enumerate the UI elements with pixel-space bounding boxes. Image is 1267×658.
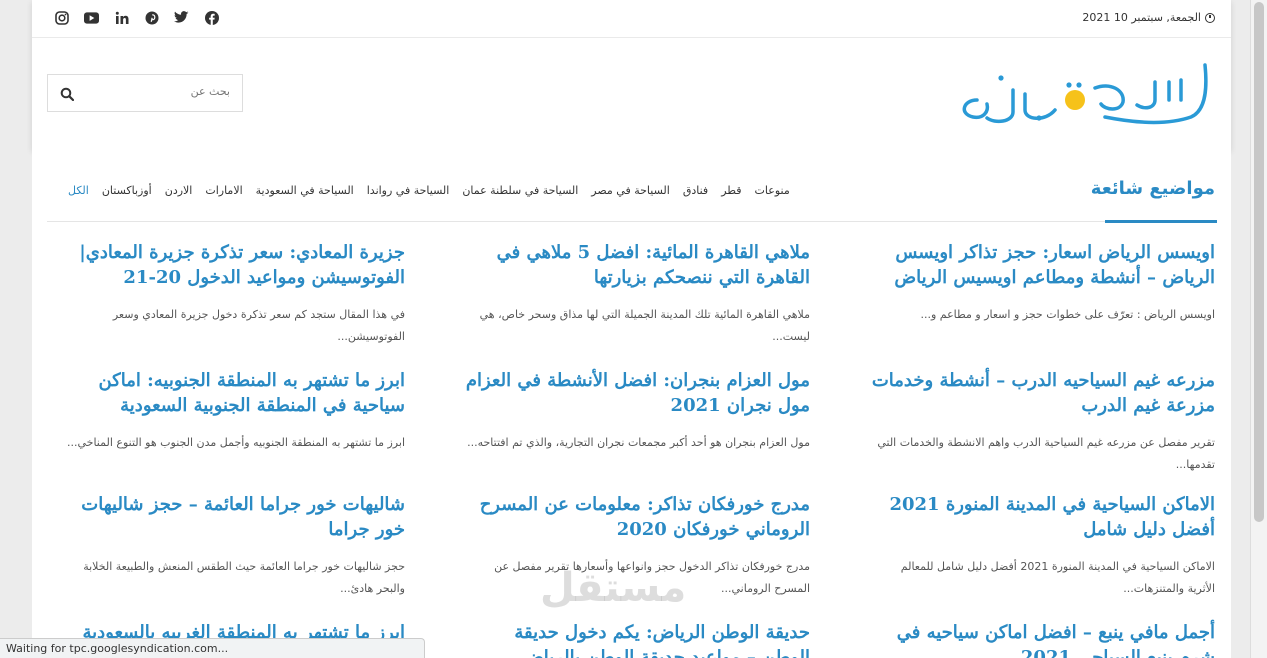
article-title[interactable]: مول العزام بنجران: افضل الأنشطة في العزا… [465, 368, 810, 418]
search-box[interactable] [47, 74, 243, 112]
category-filters: الكل أوزباكستان الاردن الامارات السياحة … [68, 184, 790, 197]
current-date: الجمعة, سبتمبر 10 2021 [1082, 11, 1215, 24]
article-title[interactable]: اويسس الرياض اسعار: حجز تذاكر اويسس الري… [870, 240, 1215, 290]
article-title[interactable]: ابرز ما تشتهر به المنطقة الجنوبيه: اماكن… [60, 368, 405, 418]
article-card[interactable]: مزرعه غيم السياحيه الدرب – أنشطة وخدمات … [870, 368, 1215, 476]
article-title[interactable]: شاليهات خور جراما العائمة – حجز شاليهات … [60, 492, 405, 542]
article-card[interactable]: مول العزام بنجران: افضل الأنشطة في العزا… [465, 368, 810, 454]
section-header: مواضيع شائعة الكل أوزباكستان الاردن الام… [47, 150, 1217, 223]
article-card[interactable]: ملاهي القاهرة المائية: افضل 5 ملاهي في ا… [465, 240, 810, 348]
search-icon[interactable] [60, 86, 75, 105]
site-logo[interactable] [955, 60, 1213, 132]
instagram-icon[interactable] [54, 10, 69, 25]
article-excerpt: اويسس الرياض : تعرّف على خطوات حجز و اسع… [920, 308, 1215, 321]
youtube-icon[interactable] [84, 10, 99, 25]
section-title: مواضيع شائعة [1090, 178, 1215, 199]
filter-qatar[interactable]: قطر [721, 184, 741, 197]
browser-status-bar: Waiting for tpc.googlesyndication.com... [0, 638, 425, 658]
filter-emirates[interactable]: الامارات [205, 184, 242, 197]
article-card[interactable]: الاماكن السياحية في المدينة المنورة 2021… [870, 492, 1215, 600]
top-bar: الجمعة, سبتمبر 10 2021 [32, 0, 1231, 38]
article-excerpt: في هذا المقال ستجد كم سعر تذكرة دخول جزي… [112, 308, 405, 343]
article-excerpt: ملاهي القاهرة المائية تلك المدينة الجميل… [479, 308, 810, 343]
filter-misc[interactable]: منوعات [755, 184, 790, 197]
facebook-icon[interactable] [204, 10, 219, 25]
linkedin-icon[interactable] [114, 10, 129, 25]
article-excerpt: تقرير مفصل عن مزرعه غيم السياحية الدرب و… [877, 436, 1215, 471]
article-card[interactable]: شاليهات خور جراما العائمة – حجز شاليهات … [60, 492, 405, 600]
filter-saudi-tourism[interactable]: السياحة في السعودية [256, 184, 354, 197]
date-text: الجمعة, سبتمبر 10 2021 [1082, 11, 1201, 24]
article-excerpt: مول العزام بنجران هو أحد أكبر مجمعات نجر… [467, 436, 810, 449]
article-title[interactable]: حديقة الوطن الرياض: يكم دخول حديقة الوطن… [465, 620, 810, 658]
article-card[interactable]: جزيرة المعادي: سعر تذكرة جزيرة المعادي| … [60, 240, 405, 348]
article-title[interactable]: ملاهي القاهرة المائية: افضل 5 ملاهي في ا… [465, 240, 810, 290]
social-links [54, 10, 219, 25]
browser-scrollbar[interactable] [1250, 0, 1267, 658]
article-excerpt: الاماكن السياحية في المدينة المنورة 2021… [900, 560, 1215, 595]
filter-oman-tourism[interactable]: السياحة في سلطنة عمان [462, 184, 578, 197]
site-header: الجمعة, سبتمبر 10 2021 [32, 0, 1231, 150]
article-excerpt: حجز شاليهات خور جراما العائمة حيث الطقس … [83, 560, 405, 595]
filter-rwanda-tourism[interactable]: السياحة في رواندا [367, 184, 450, 197]
filter-hotels[interactable]: فنادق [683, 184, 708, 197]
article-title[interactable]: الاماكن السياحية في المدينة المنورة 2021… [870, 492, 1215, 542]
article-title[interactable]: مدرج خورفكان تذاكر: معلومات عن المسرح ال… [465, 492, 810, 542]
filter-jordan[interactable]: الاردن [165, 184, 193, 197]
pinterest-icon[interactable] [144, 10, 159, 25]
article-card[interactable]: أجمل مافي ينبع – افضل اماكن سياحيه في شر… [870, 620, 1215, 658]
filter-all[interactable]: الكل [68, 184, 89, 197]
article-card[interactable]: اويسس الرياض اسعار: حجز تذاكر اويسس الري… [870, 240, 1215, 326]
article-title[interactable]: جزيرة المعادي: سعر تذكرة جزيرة المعادي| … [60, 240, 405, 290]
filter-uzbekistan[interactable]: أوزباكستان [102, 184, 152, 197]
clock-icon [1205, 12, 1215, 23]
watermark-logo: مستقل [540, 565, 687, 611]
article-excerpt: ابرز ما تشتهر به المنطقة الجنوبيه وأجمل … [67, 436, 405, 449]
article-card[interactable]: ابرز ما تشتهر به المنطقة الجنوبيه: اماكن… [60, 368, 405, 454]
article-title[interactable]: مزرعه غيم السياحيه الدرب – أنشطة وخدمات … [870, 368, 1215, 418]
search-input[interactable] [80, 85, 230, 98]
article-title[interactable]: أجمل مافي ينبع – افضل اماكن سياحيه في شر… [870, 620, 1215, 658]
filter-egypt-tourism[interactable]: السياحة في مصر [591, 184, 670, 197]
section-title-underline [1105, 220, 1217, 223]
scrollbar-thumb[interactable] [1254, 2, 1264, 522]
article-card[interactable]: حديقة الوطن الرياض: يكم دخول حديقة الوطن… [465, 620, 810, 658]
twitter-icon[interactable] [174, 10, 189, 25]
